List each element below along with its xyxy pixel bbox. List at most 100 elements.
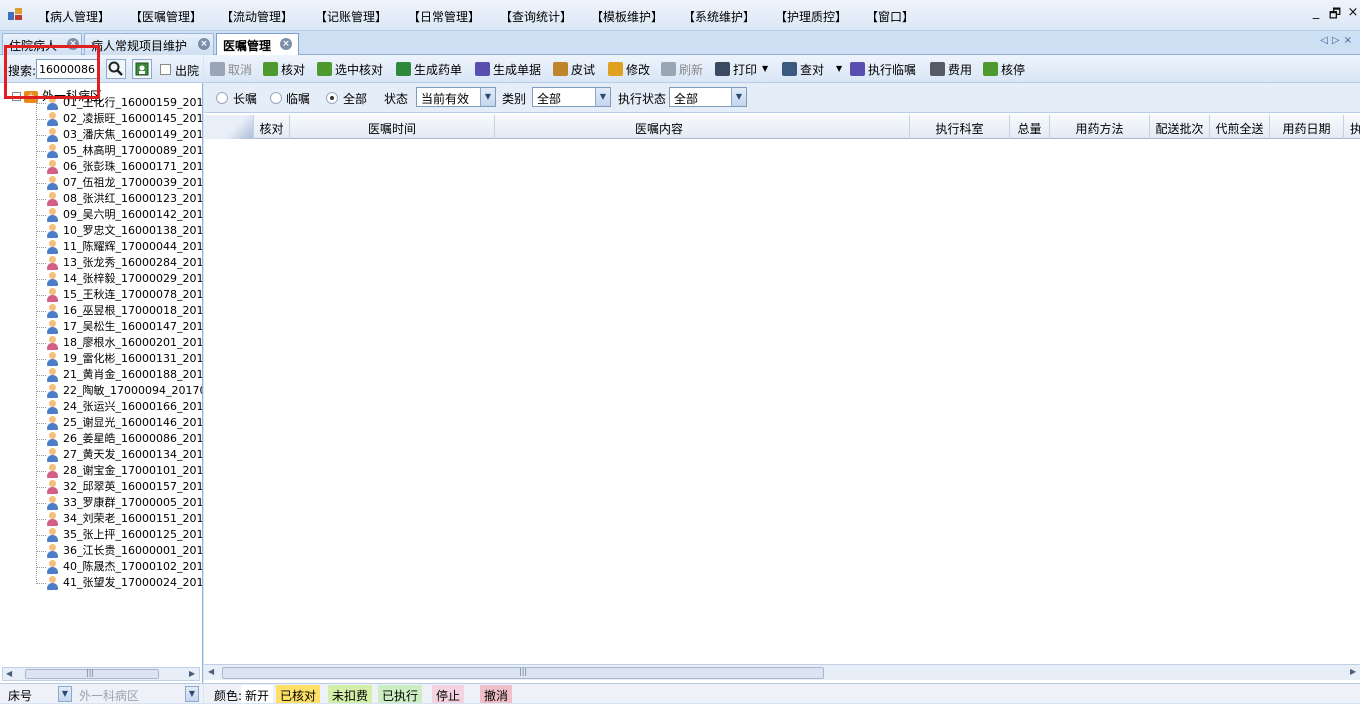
tab-routine-items[interactable]: 病人常规项目维护 ×: [84, 33, 214, 55]
dropdown-arrow-icon[interactable]: ▼: [595, 88, 610, 106]
patient-node[interactable]: 35_张上抨_16000125_201: [36, 526, 202, 542]
dropdown-arrow-icon[interactable]: ▼: [731, 88, 746, 106]
col-usage[interactable]: 用药方法: [1050, 115, 1150, 139]
toolbar-button-0[interactable]: 取消: [210, 61, 252, 78]
patient-node[interactable]: 33_罗康群_17000005_201: [36, 494, 202, 510]
patient-node[interactable]: 24_张运兴_16000166_201: [36, 398, 202, 414]
patient-node[interactable]: 32_邱翠英_16000157_201: [36, 478, 202, 494]
dropdown-arrow-icon[interactable]: ▼: [480, 88, 495, 106]
tab-order-management[interactable]: 医嘱管理 ×: [216, 33, 299, 56]
menu-nursing-qc[interactable]: 【护理质控】: [775, 8, 847, 25]
toolbar-button-3[interactable]: 生成药单: [396, 61, 462, 78]
patient-node[interactable]: 21_黄肖金_16000188_201: [36, 366, 202, 382]
col-order-content[interactable]: 医嘱内容: [409, 115, 910, 139]
patient-node[interactable]: 25_谢显光_16000146_201: [36, 414, 202, 430]
patient-node[interactable]: 03_潘庆焦_16000149_201: [36, 126, 202, 142]
minimize-button[interactable]: _: [1308, 5, 1324, 20]
patient-node[interactable]: 40_陈晟杰_17000102_201: [36, 558, 202, 574]
scroll-thumb[interactable]: |||: [222, 667, 824, 679]
discharge-checkbox[interactable]: [160, 64, 171, 75]
patient-node[interactable]: 15_王秋连_17000078_201: [36, 286, 202, 302]
category-label: 类别: [502, 92, 527, 106]
patient-node[interactable]: 11_陈耀辉_17000044_201: [36, 238, 202, 254]
col-total[interactable]: 总量: [1010, 115, 1050, 139]
patient-node[interactable]: 09_吴六明_16000142_201: [36, 206, 202, 222]
patient-list-scrollbar[interactable]: ◀ ||| ▶: [2, 667, 200, 681]
order-grid-body[interactable]: [204, 139, 1360, 664]
patient-node[interactable]: 19_雷化彬_16000131_201: [36, 350, 202, 366]
col-delivery-batch[interactable]: 配送批次: [1150, 115, 1210, 139]
status-select[interactable]: 当前有效 ▼: [416, 87, 496, 107]
scroll-left-arrow-icon[interactable]: ◀: [6, 669, 12, 678]
patient-node[interactable]: 14_张梓毅_17000029_201: [36, 270, 202, 286]
menu-patient[interactable]: 【病人管理】: [38, 8, 110, 25]
toolbar-button-7[interactable]: 刷新: [661, 61, 703, 78]
patient-node[interactable]: 36_江长贵_16000001_201: [36, 542, 202, 558]
toolbar-button-9[interactable]: 查对: [782, 61, 824, 78]
select-all-header[interactable]: [204, 115, 254, 139]
restore-button[interactable]: 🗗: [1327, 5, 1343, 27]
search-button[interactable]: [106, 59, 126, 79]
toolbar-button-2[interactable]: 选中核对: [317, 61, 383, 78]
menu-query[interactable]: 【查询统计】: [500, 8, 572, 25]
toolbar-button-4[interactable]: 生成单据: [475, 61, 541, 78]
menu-template[interactable]: 【模板维护】: [591, 8, 663, 25]
scroll-right-arrow-icon[interactable]: ▶: [1350, 667, 1356, 676]
patient-node[interactable]: 02_凌振旺_16000145_201: [36, 110, 202, 126]
menu-window[interactable]: 【窗口】: [866, 8, 914, 25]
radio-temporary[interactable]: [270, 92, 282, 104]
menu-accounting[interactable]: 【记账管理】: [315, 8, 387, 25]
print-dropdown-arrow-icon[interactable]: ▼: [762, 64, 768, 73]
toolbar-button-10[interactable]: 执行临嘱: [850, 61, 916, 78]
scroll-left-arrow-icon[interactable]: ◀: [208, 667, 214, 676]
tab-scroll-arrows[interactable]: ◁▷×: [1320, 35, 1356, 46]
patient-node[interactable]: 17_吴松生_16000147_201: [36, 318, 202, 334]
locate-button[interactable]: [132, 59, 152, 79]
bed-dropdown-button[interactable]: ▼: [58, 686, 72, 702]
patient-node[interactable]: 26_姜星皓_16000086_201: [36, 430, 202, 446]
close-tab-icon[interactable]: ×: [280, 38, 292, 50]
patient-node[interactable]: 22_陶敏_17000094_20170: [36, 382, 202, 398]
scroll-right-arrow-icon[interactable]: ▶: [189, 669, 195, 678]
menu-system[interactable]: 【系统维护】: [683, 8, 755, 25]
patient-node[interactable]: 18_廖根水_16000201_201: [36, 334, 202, 350]
check-dropdown-arrow-icon[interactable]: ▼: [836, 64, 842, 73]
patient-node[interactable]: 16_巫昱根_17000018_201: [36, 302, 202, 318]
app-icon[interactable]: [8, 8, 22, 20]
toolbar-button-6[interactable]: 修改: [608, 61, 650, 78]
order-grid-scrollbar[interactable]: ◀ ||| ▶: [204, 664, 1360, 680]
scroll-thumb[interactable]: |||: [25, 668, 159, 679]
patient-node[interactable]: 06_张彭珠_16000171_201: [36, 158, 202, 174]
patient-node[interactable]: 08_张洪红_16000123_201: [36, 190, 202, 206]
ward-select[interactable]: 外一科病区: [79, 687, 139, 704]
toolbar-button-12[interactable]: 核停: [983, 61, 1025, 78]
menu-flow[interactable]: 【流动管理】: [221, 8, 293, 25]
patient-node[interactable]: 41_张望发_17000024_201: [36, 574, 202, 590]
col-exec-dept[interactable]: 执行科室: [910, 115, 1010, 139]
close-button[interactable]: ×: [1345, 5, 1360, 20]
toolbar-button-5[interactable]: 皮试: [553, 61, 595, 78]
toolbar-button-8[interactable]: 打印: [715, 61, 757, 78]
patient-node[interactable]: 28_谢宝金_17000101_201: [36, 462, 202, 478]
patient-node[interactable]: 07_伍祖龙_17000039_201: [36, 174, 202, 190]
menu-daily[interactable]: 【日常管理】: [408, 8, 480, 25]
patient-node[interactable]: 27_黄天发_16000134_201: [36, 446, 202, 462]
patient-node[interactable]: 13_张龙秀_16000284_201: [36, 254, 202, 270]
patient-node[interactable]: 05_林高明_17000089_201: [36, 142, 202, 158]
toolbar-button-11[interactable]: 费用: [930, 61, 972, 78]
toolbar-button-1[interactable]: 核对: [263, 61, 305, 78]
col-exec[interactable]: 执: [1344, 115, 1360, 139]
col-check[interactable]: 核对: [254, 115, 290, 139]
close-tab-icon[interactable]: ×: [198, 38, 210, 50]
category-select[interactable]: 全部 ▼: [532, 87, 611, 107]
menu-orders[interactable]: 【医嘱管理】: [130, 8, 202, 25]
radio-all[interactable]: [326, 92, 338, 104]
col-med-date[interactable]: 用药日期: [1270, 115, 1344, 139]
patient-node[interactable]: 10_罗忠文_16000138_201: [36, 222, 202, 238]
patient-label: 09_吴六明_16000142_201: [63, 208, 202, 221]
radio-long-term[interactable]: [216, 92, 228, 104]
patient-node[interactable]: 34_刘荣老_16000151_201: [36, 510, 202, 526]
exec-status-select[interactable]: 全部 ▼: [669, 87, 747, 107]
ward-dropdown-button[interactable]: ▼: [185, 686, 199, 702]
col-decoction[interactable]: 代煎全送: [1210, 115, 1270, 139]
